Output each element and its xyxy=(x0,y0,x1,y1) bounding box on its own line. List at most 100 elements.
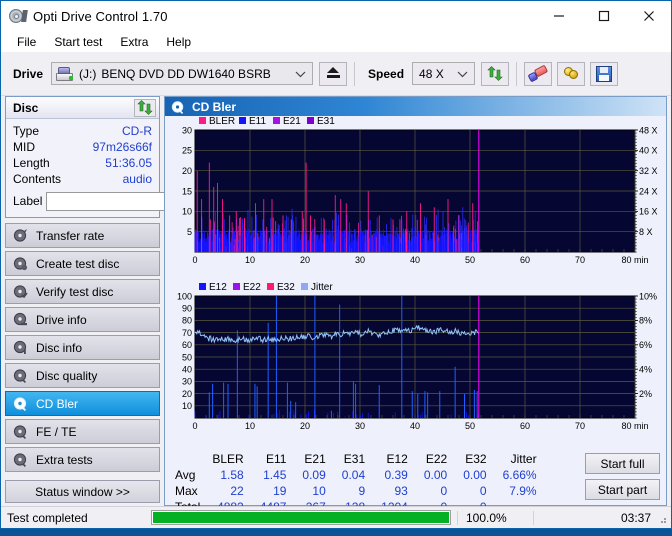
start-part-button[interactable]: Start part xyxy=(585,479,660,500)
menu-help[interactable]: Help xyxy=(157,33,200,51)
stat-col-e21: E21 xyxy=(304,452,326,466)
sidebar-item-create-test-disc[interactable]: Create test disc xyxy=(5,251,160,276)
menu-extra[interactable]: Extra xyxy=(111,33,157,51)
start-full-button[interactable]: Start full xyxy=(585,453,660,474)
stat-cell: 0.09 xyxy=(302,468,326,482)
disc-row-contents: Contents audio xyxy=(13,171,152,187)
svg-text:40: 40 xyxy=(410,421,420,431)
speed-value: 48 X xyxy=(419,66,444,81)
svg-text:6%: 6% xyxy=(639,340,652,350)
stat-cell: 7.9% xyxy=(509,484,537,498)
refresh-icon xyxy=(487,66,503,81)
close-icon[interactable] xyxy=(626,1,671,31)
svg-text:60: 60 xyxy=(520,255,530,265)
sidebar-item-extra-tests[interactable]: Extra tests xyxy=(5,447,160,472)
svg-text:30: 30 xyxy=(182,377,192,387)
svg-text:30: 30 xyxy=(355,255,365,265)
resize-grip-icon[interactable] xyxy=(657,514,667,524)
menu-start-test[interactable]: Start test xyxy=(45,33,111,51)
svg-text:BLER: BLER xyxy=(209,116,235,127)
disc-type-value: CD-R xyxy=(122,124,152,138)
menu-bar: File Start test Extra Help xyxy=(1,31,671,52)
disc-panel-title: Disc xyxy=(13,100,39,115)
svg-text:50: 50 xyxy=(465,421,475,431)
disc-length-value: 51:36.05 xyxy=(105,156,152,170)
svg-text:20: 20 xyxy=(182,166,192,176)
svg-text:40 X: 40 X xyxy=(639,146,658,156)
window-title: Opti Drive Control 1.70 xyxy=(33,8,168,24)
stat-cell: 0.39 xyxy=(384,468,408,482)
drive-icon xyxy=(56,66,74,81)
status-window-button[interactable]: Status window >> xyxy=(5,480,160,503)
svg-text:10%: 10% xyxy=(639,291,657,301)
stat-cell: 1.58 xyxy=(220,468,244,482)
svg-text:30: 30 xyxy=(182,125,192,135)
speed-select[interactable]: 48 X xyxy=(412,62,476,85)
chevron-down-icon xyxy=(457,67,468,81)
stat-col-bler: BLER xyxy=(212,452,244,466)
drive-info-icon xyxy=(13,312,27,326)
sidebar-item-label: Extra tests xyxy=(36,452,93,467)
svg-text:50: 50 xyxy=(182,352,192,362)
sidebar-item-cd-bler[interactable]: CD Bler xyxy=(5,391,160,416)
drive-label: Drive xyxy=(13,66,44,81)
sidebar-item-label: Transfer rate xyxy=(36,228,105,243)
svg-text:10: 10 xyxy=(245,421,255,431)
stat-col-e12: E12 xyxy=(386,452,408,466)
progress-percent: 100.0% xyxy=(457,510,533,525)
drive-select[interactable]: (J:) BENQ DVD DD DW1640 BSRB xyxy=(51,62,314,85)
svg-text:60: 60 xyxy=(520,421,530,431)
sidebar-item-disc-info[interactable]: Disc info xyxy=(5,335,160,360)
svg-text:40: 40 xyxy=(410,255,420,265)
disc-verify-icon xyxy=(13,285,28,299)
stat-cell: 1.45 xyxy=(263,468,287,482)
save-button[interactable] xyxy=(590,61,619,86)
sidebar-item-verify-test-disc[interactable]: Verify test disc xyxy=(5,279,160,304)
sidebar-item-disc-quality[interactable]: Disc quality xyxy=(5,363,160,388)
eject-button[interactable] xyxy=(319,61,348,86)
sidebar-item-transfer-rate[interactable]: Transfer rate xyxy=(5,223,160,248)
svg-text:40: 40 xyxy=(182,365,192,375)
disc-info-icon xyxy=(13,340,27,354)
menu-file[interactable]: File xyxy=(8,33,45,51)
stat-cell: 6.66% xyxy=(502,468,537,482)
svg-text:E12: E12 xyxy=(209,282,227,293)
stat-cell: 0 xyxy=(479,484,487,498)
chart-panel-title: CD Bler xyxy=(192,99,237,114)
stat-cell: 9 xyxy=(358,484,366,498)
svg-text:70: 70 xyxy=(575,421,585,431)
stat-cell: 93 xyxy=(394,484,408,498)
fe-te-icon xyxy=(13,425,27,439)
chart-panel-header: CD Bler xyxy=(165,97,666,116)
chart-panel: CD Bler BLER E11 E21 E31 5 10 15 20 25 30 8 X 16 X 2… xyxy=(164,96,667,514)
table-header-row: BLER E11 E21 E31 E12 E22 E32 Jitter xyxy=(170,451,545,467)
svg-text:20: 20 xyxy=(182,389,192,399)
svg-text:8 X: 8 X xyxy=(639,227,653,237)
bler-plots: BLER E11 E21 E31 5 10 15 20 25 30 8 X 16 X 24 X 32 X 4… xyxy=(177,116,658,431)
disc-refresh-button[interactable] xyxy=(134,98,156,117)
svg-text:80: 80 xyxy=(182,316,192,326)
sidebar-item-label: Disc info xyxy=(36,340,83,355)
refresh-button[interactable] xyxy=(481,61,510,86)
sidebar-item-drive-info[interactable]: Drive info xyxy=(5,307,160,332)
toolbar-divider-1 xyxy=(354,61,356,86)
svg-text:2%: 2% xyxy=(639,389,652,399)
disc-panel-header: Disc xyxy=(6,97,159,119)
disc-label-row: Label xyxy=(13,190,251,212)
disc-burn-icon xyxy=(13,257,28,271)
drive-name: BENQ DVD DD DW1640 BSRB xyxy=(101,66,271,81)
svg-text:25: 25 xyxy=(182,146,192,156)
sidebar-item-fe-te[interactable]: FE / TE xyxy=(5,419,160,444)
disc-mid-value: 97m26s66f xyxy=(92,140,152,154)
toolbar-divider-2 xyxy=(516,61,518,86)
svg-text:48 X: 48 X xyxy=(639,125,658,135)
stat-cell: 19 xyxy=(273,484,287,498)
minimize-icon[interactable] xyxy=(536,1,581,31)
svg-text:70: 70 xyxy=(575,255,585,265)
bookmarks-button[interactable] xyxy=(557,61,586,86)
maximize-icon[interactable] xyxy=(581,1,626,31)
erase-button[interactable] xyxy=(524,61,553,86)
extra-tests-icon xyxy=(13,453,27,467)
stat-row-label: Max xyxy=(175,484,198,498)
svg-text:80 min: 80 min xyxy=(621,421,648,431)
